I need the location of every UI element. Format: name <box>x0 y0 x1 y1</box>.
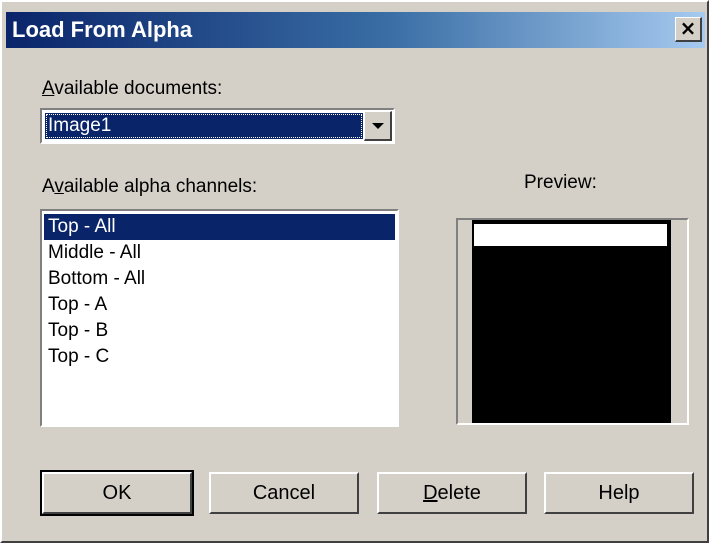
close-icon: × <box>679 16 697 40</box>
close-button[interactable]: × <box>675 17 702 42</box>
cancel-button[interactable]: Cancel <box>209 472 359 514</box>
title-bar[interactable]: Load From Alpha × <box>6 12 705 48</box>
list-item[interactable]: Top - C <box>44 344 395 370</box>
delete-button[interactable]: Delete <box>377 472 527 514</box>
chevron-down-icon <box>372 123 384 129</box>
preview-frame <box>456 218 689 425</box>
documents-dropdown-value: Image1 <box>45 113 363 139</box>
list-item[interactable]: Middle - All <box>44 240 395 266</box>
list-item[interactable]: Top - B <box>44 318 395 344</box>
load-from-alpha-dialog: Load From Alpha × Available documents: I… <box>0 0 709 543</box>
preview-selection-band <box>474 224 667 246</box>
list-item[interactable]: Bottom - All <box>44 266 395 292</box>
preview-label: Preview: <box>524 172 597 193</box>
help-button[interactable]: Help <box>544 472 694 514</box>
available-alpha-channels-label: Available alpha channels: <box>42 176 258 197</box>
documents-dropdown[interactable]: Image1 <box>40 108 395 144</box>
list-item[interactable]: Top - All <box>44 214 395 240</box>
available-documents-label: Available documents: <box>42 78 223 99</box>
window-title: Load From Alpha <box>12 17 193 42</box>
ok-button[interactable]: OK <box>40 470 194 516</box>
dropdown-arrow-button[interactable] <box>364 111 392 141</box>
alpha-channels-list[interactable]: Top - All Middle - All Bottom - All Top - A… <box>40 209 399 427</box>
list-item[interactable]: Top - A <box>44 292 395 318</box>
preview-image <box>472 220 671 423</box>
